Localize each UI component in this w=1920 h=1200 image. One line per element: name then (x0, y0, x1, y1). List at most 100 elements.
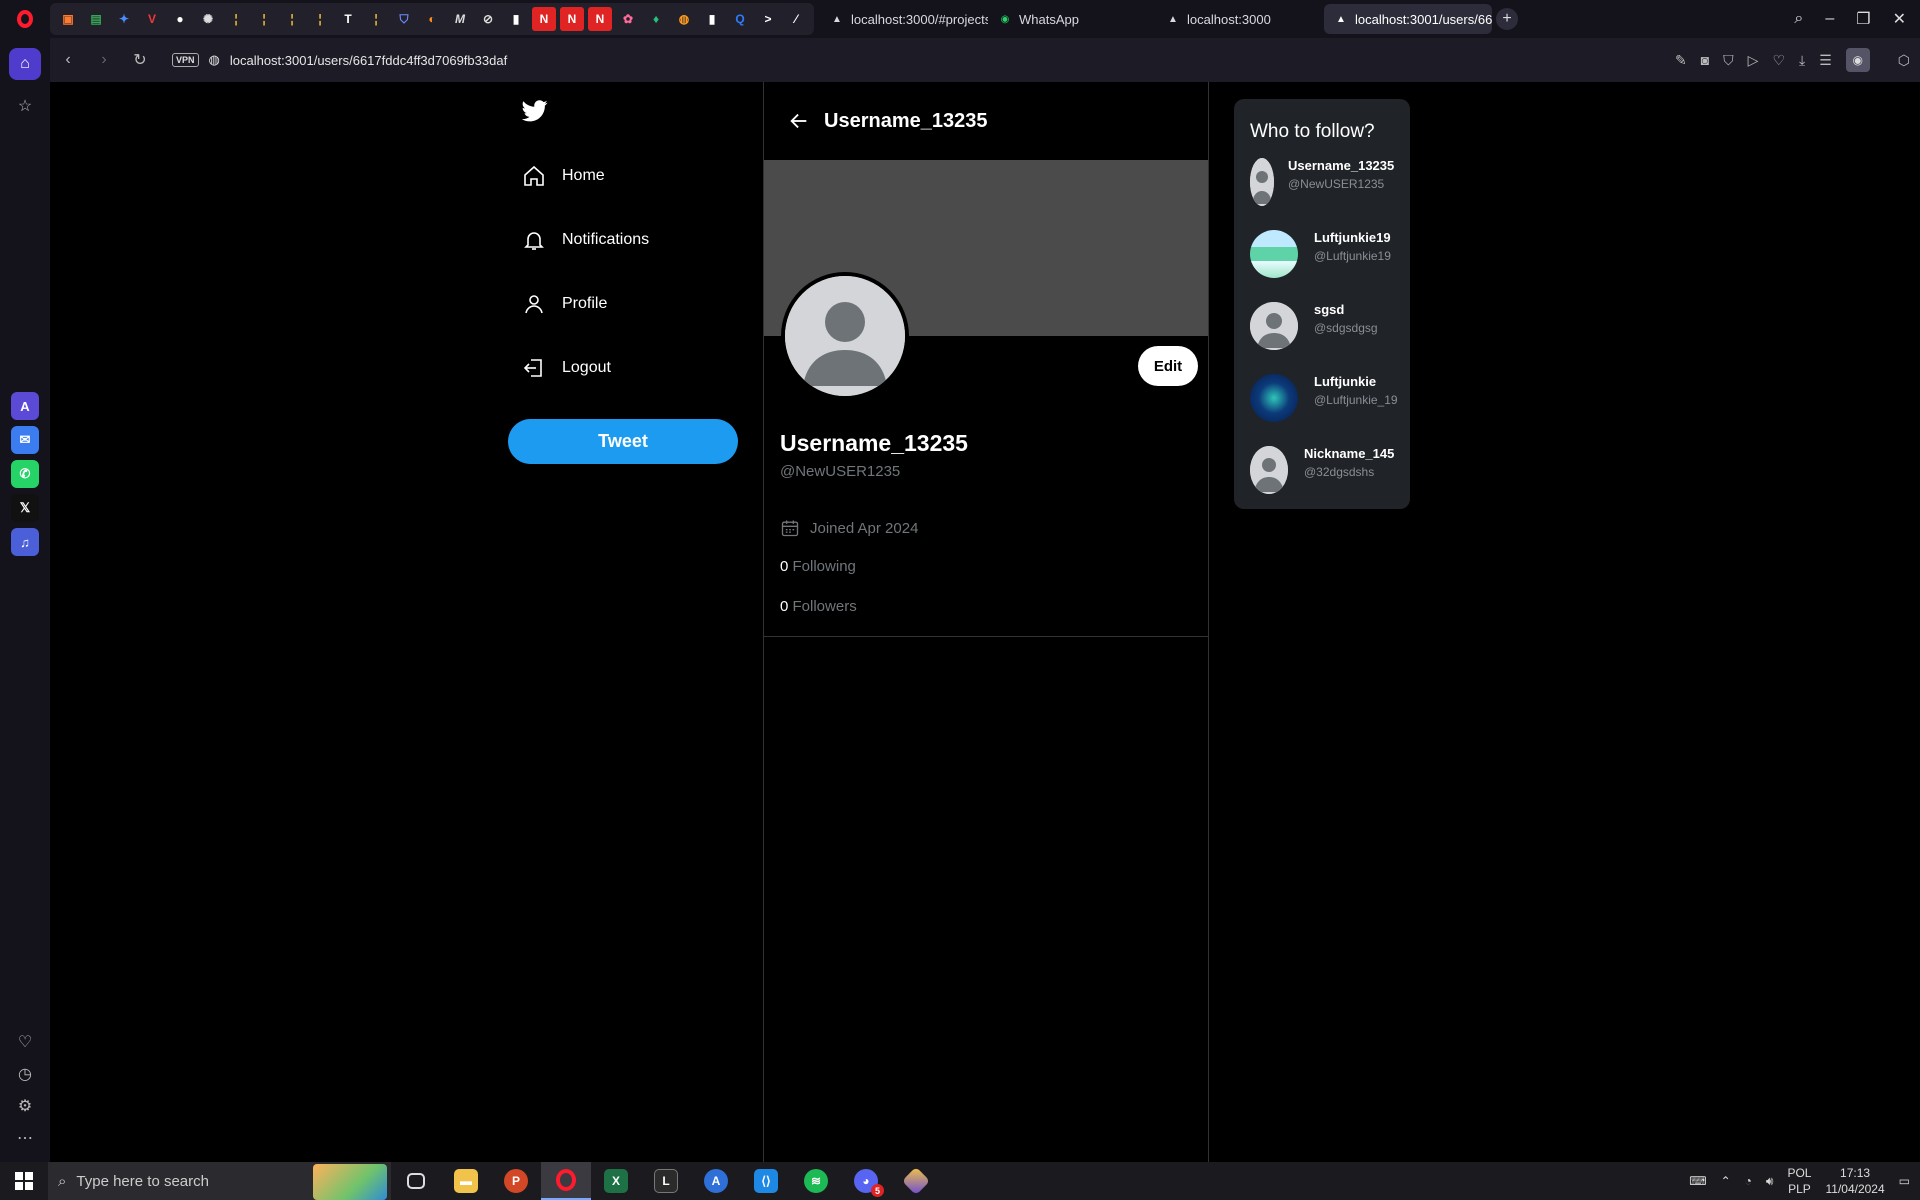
edit-profile-button[interactable]: Edit (1138, 346, 1198, 386)
nav-home[interactable]: Home (522, 162, 605, 190)
compass-icon[interactable]: ⊘ (476, 7, 500, 31)
network-icon[interactable]: ◔ (1745, 1174, 1752, 1188)
menu-icon[interactable]: ☰ (1819, 52, 1832, 69)
tab-whatsapp[interactable]: ◉ WhatsApp (988, 4, 1156, 34)
back-arrow-icon[interactable] (788, 110, 810, 132)
tool-icon[interactable]: ¦ (364, 7, 388, 31)
t-icon[interactable]: T (336, 7, 360, 31)
excel-icon[interactable]: X (591, 1162, 641, 1200)
opera-addons-icon[interactable]: ▣ (56, 7, 80, 31)
x-icon[interactable]: 𝕏 (11, 494, 39, 522)
suggested-user[interactable]: Luftjunkie @Luftjunkie_19 (1250, 374, 1406, 424)
vscode-icon[interactable]: ⟨⟩ (741, 1162, 791, 1200)
restore-icon[interactable]: ❐ (1856, 9, 1870, 29)
followers-stat[interactable]: 0 Followers (780, 598, 857, 615)
new-tab-button[interactable]: + (1496, 8, 1518, 30)
notion-icon[interactable]: N (588, 7, 612, 31)
play-icon[interactable]: ▷ (1748, 52, 1759, 69)
nav-logout[interactable]: Logout (522, 354, 611, 382)
start-button[interactable] (0, 1162, 48, 1200)
tool-icon[interactable]: ¦ (252, 7, 276, 31)
language-indicator[interactable]: POL PLP (1787, 1165, 1811, 1197)
reload-icon[interactable]: ↻ (122, 42, 158, 78)
history-icon[interactable]: ◷ (9, 1058, 41, 1090)
doc-icon[interactable]: ▮ (504, 7, 528, 31)
firefox-icon[interactable]: ◍ (672, 7, 696, 31)
prompt-icon[interactable]: > (756, 7, 780, 31)
home-speed-dial-icon[interactable]: ⌂ (9, 48, 41, 80)
search-tabs-icon[interactable]: ⌕ (1794, 10, 1803, 28)
m-icon[interactable]: M (448, 7, 472, 31)
pinboard-icon[interactable]: ☆ (9, 90, 41, 122)
file-explorer-icon[interactable]: ▬ (441, 1162, 491, 1200)
suggested-user[interactable]: Luftjunkie19 @Luftjunkie19 (1250, 230, 1406, 280)
music-icon[interactable]: ♫ (11, 528, 39, 556)
tool-icon[interactable]: ¦ (280, 7, 304, 31)
opera-menu-button[interactable] (0, 0, 50, 38)
whatsapp-icon[interactable]: ✆ (11, 460, 39, 488)
notion-icon[interactable]: N (532, 7, 556, 31)
heart-icon[interactable]: ♡ (1772, 52, 1785, 69)
more-icon[interactable]: ⋯ (9, 1122, 41, 1154)
gear-icon[interactable]: ✿ (616, 7, 640, 31)
cube-icon[interactable]: ⬡ (1898, 52, 1910, 69)
chatgpt-icon[interactable]: ✺ (196, 7, 220, 31)
forward-icon[interactable]: › (86, 42, 122, 78)
github-icon[interactable]: ● (168, 7, 192, 31)
edit-icon[interactable]: ✎ (1675, 52, 1687, 69)
compass-app-icon[interactable]: A (691, 1162, 741, 1200)
multi-icon[interactable]: ✦ (112, 7, 136, 31)
terminal-icon[interactable]: L (641, 1162, 691, 1200)
url-field[interactable]: ◍ localhost:3001/users/6617fddc4ff3d7069… (209, 52, 508, 68)
task-view-icon[interactable] (391, 1162, 441, 1200)
shield-icon[interactable]: ⛉ (392, 7, 416, 31)
minimize-icon[interactable]: – (1825, 10, 1834, 28)
leaf-icon[interactable]: ♦ (644, 7, 668, 31)
suggested-user[interactable]: Nickname_145 @32dgsdshs (1250, 446, 1406, 496)
discord-icon[interactable]: ◕ 5 (841, 1162, 891, 1200)
slash-icon[interactable]: ⁄ (784, 7, 808, 31)
suggested-user-handle: @32dgsdshs (1304, 465, 1375, 479)
settings-icon[interactable]: ⚙ (9, 1090, 41, 1122)
profile-icon[interactable]: ◉ (1845, 48, 1870, 72)
heart-icon[interactable]: ♡ (9, 1026, 41, 1058)
tab-localhost[interactable]: ▲ localhost:3000 (1156, 4, 1324, 34)
suggested-user[interactable]: sgsd @sdgsdgsg (1250, 302, 1406, 352)
profile-avatar[interactable] (781, 272, 909, 400)
vpn-badge[interactable]: VPN (172, 53, 199, 67)
download-icon[interactable]: ⤓ (1799, 52, 1805, 69)
camera-icon[interactable]: ◙ (1701, 52, 1709, 68)
tool-icon[interactable]: ¦ (224, 7, 248, 31)
doc-icon[interactable]: ▮ (700, 7, 724, 31)
notifications-icon[interactable]: ▭ (1899, 1174, 1910, 1188)
keyboard-icon[interactable]: ⌨ (1689, 1174, 1706, 1188)
shield-icon[interactable]: ⛉ (1723, 52, 1734, 69)
tab-localhost-projects[interactable]: ▲ localhost:3000/#projects (820, 4, 988, 34)
show-hidden-icons[interactable]: ⌃ (1721, 1174, 1731, 1188)
nav-notifications[interactable]: Notifications (522, 226, 649, 254)
suggested-user[interactable]: Username_13235 @NewUSER1235 (1250, 158, 1406, 208)
back-icon[interactable]: ‹ (50, 42, 86, 78)
nav-profile[interactable]: Profile (522, 290, 607, 318)
volume-icon[interactable]: 🔊︎ (1766, 1174, 1774, 1189)
sheets-icon[interactable]: ▤ (84, 7, 108, 31)
clock[interactable]: 17:13 11/04/2024 (1825, 1165, 1884, 1197)
tool-icon[interactable]: ¦ (308, 7, 332, 31)
close-icon[interactable]: ✕ (1893, 9, 1906, 29)
aria-icon[interactable]: A (11, 392, 39, 420)
powerpoint-icon[interactable]: P (491, 1162, 541, 1200)
opera-taskbar-icon[interactable] (541, 1162, 591, 1200)
messenger-icon[interactable]: ✉ (11, 426, 39, 454)
taskbar-search[interactable]: ⌕ Type here to search (48, 1162, 391, 1200)
vivaldi-icon[interactable]: V (140, 7, 164, 31)
q-icon[interactable]: Q (728, 7, 752, 31)
discord-badge: 5 (871, 1184, 884, 1197)
twitter-logo-icon[interactable] (522, 100, 548, 122)
notion-icon[interactable]: N (560, 7, 584, 31)
git-app-icon[interactable] (891, 1162, 941, 1200)
tab-localhost-users[interactable]: ▲ localhost:3001/users/6617 (1324, 4, 1492, 34)
following-stat[interactable]: 0 Following (780, 558, 856, 575)
spotify-icon[interactable]: ≋ (791, 1162, 841, 1200)
arc-icon[interactable]: ◐ (420, 7, 444, 31)
tweet-button[interactable]: Tweet (508, 419, 738, 464)
